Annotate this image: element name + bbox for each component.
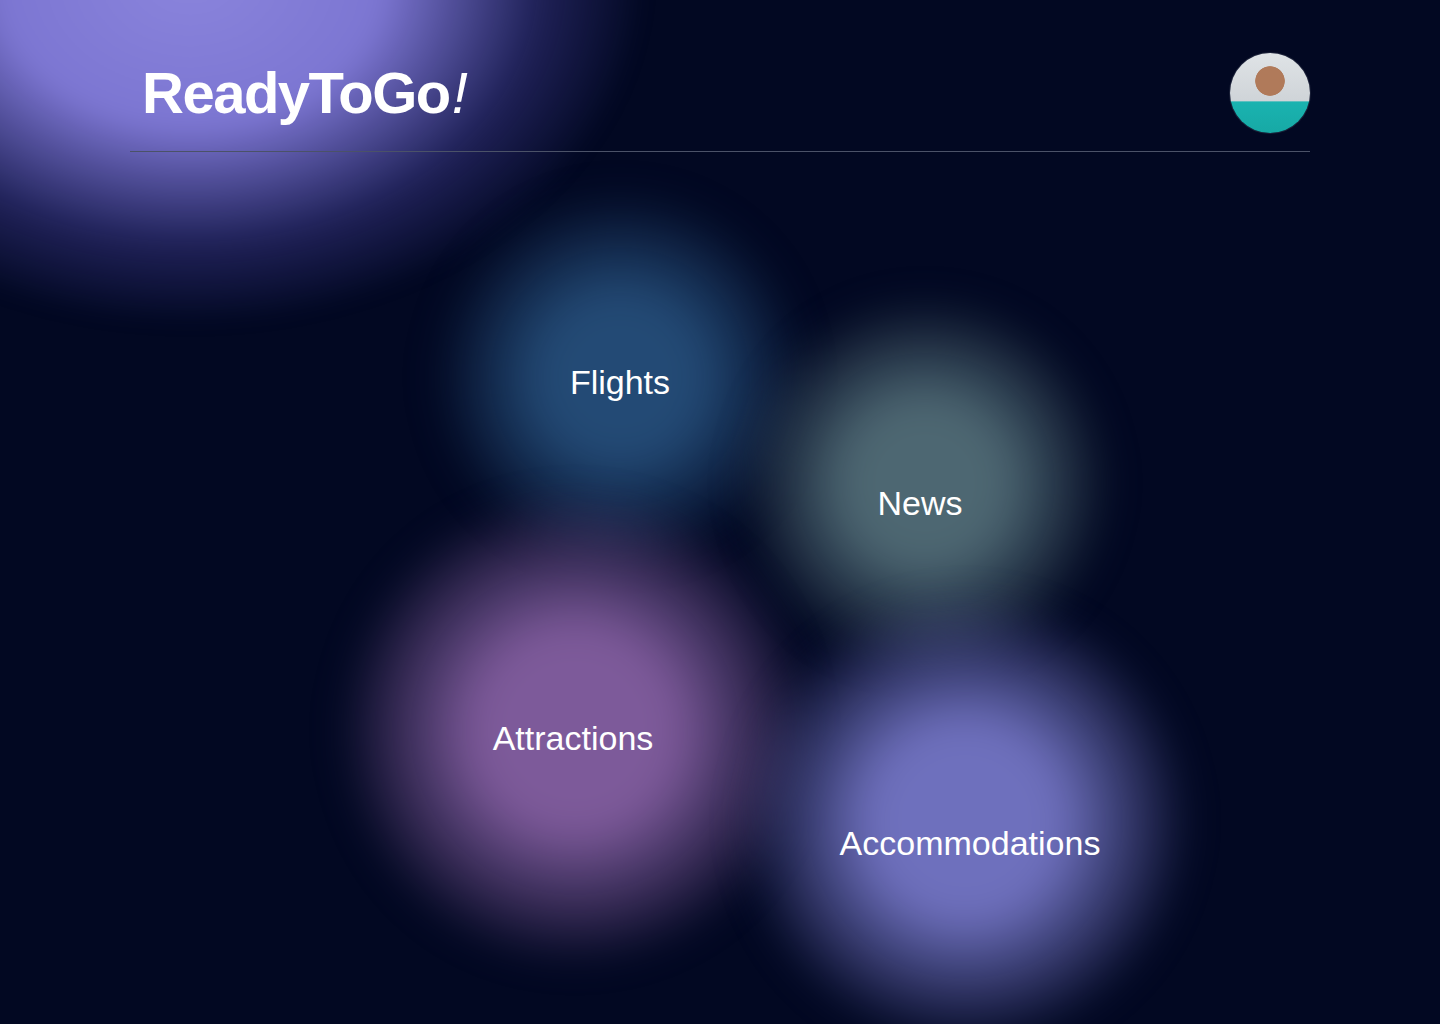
category-label[interactable]: Flights [560, 357, 680, 408]
category-label[interactable]: Attractions [483, 713, 664, 764]
brand-mark: ! [452, 60, 467, 125]
category-label[interactable]: News [867, 478, 972, 529]
corner-glow [0, 0, 640, 320]
category-glow [735, 591, 1195, 1024]
page: ReadyToGo! Flights News Attractions Accommod… [0, 0, 1440, 1024]
category-canvas: Flights News Attractions Accommodations [0, 152, 1440, 1024]
brand-logo[interactable]: ReadyToGo! [142, 61, 466, 125]
category-label[interactable]: Accommodations [830, 818, 1111, 869]
user-avatar[interactable] [1230, 53, 1310, 133]
header: ReadyToGo! [130, 0, 1310, 152]
